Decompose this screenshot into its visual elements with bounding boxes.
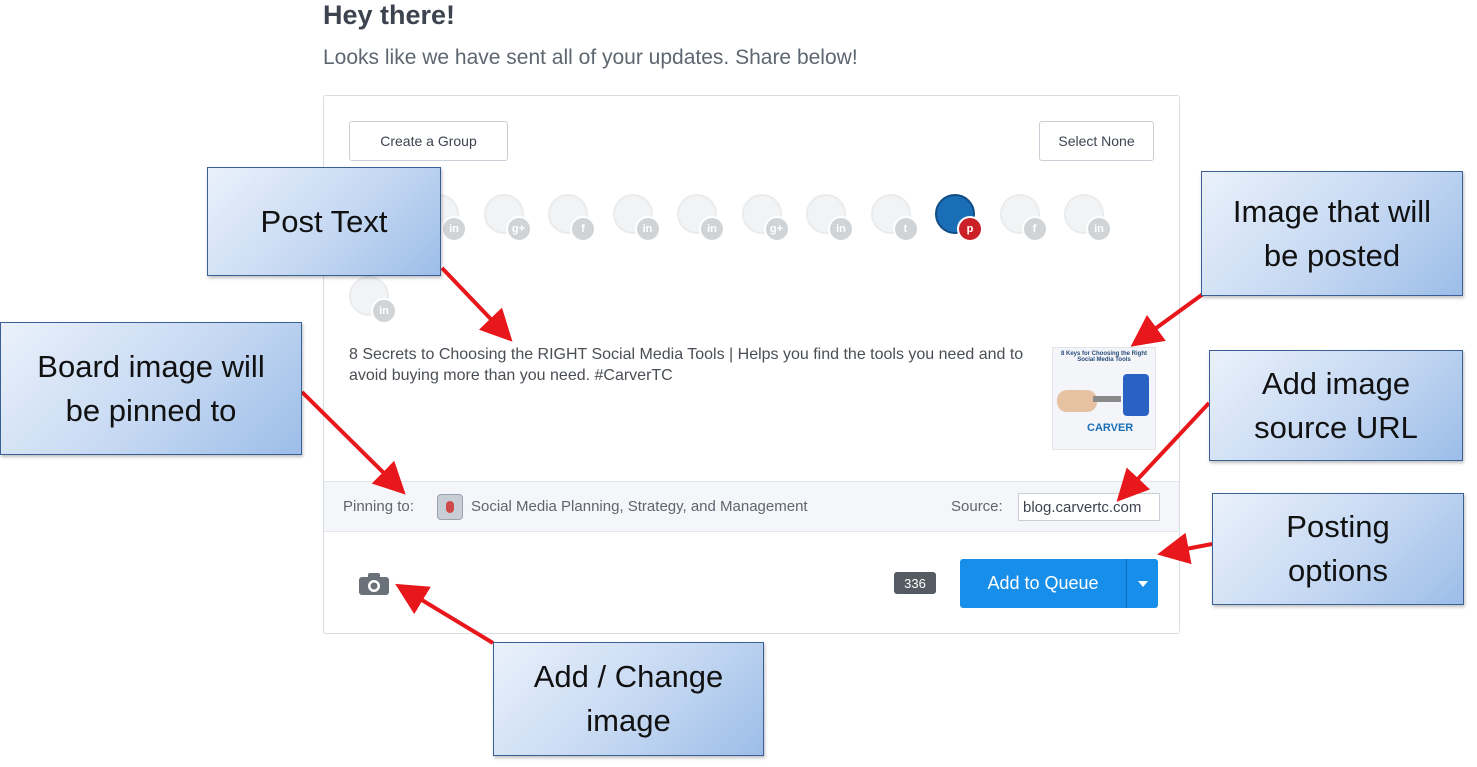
add-to-queue-group: Add to Queue	[960, 559, 1158, 608]
board-name[interactable]: Social Media Planning, Strategy, and Man…	[471, 498, 808, 515]
callout-image-line-1: Image that will	[1232, 193, 1432, 229]
greeting-title: Hey there!	[323, 0, 456, 30]
callout-change-image-line-2: image	[586, 703, 671, 738]
thumbnail-puzzle-shape	[1123, 374, 1149, 416]
callout-change-image-line-1: Add / Change	[533, 659, 724, 694]
callout-source: Add image source URL	[1209, 350, 1463, 461]
facebook-icon: f	[1021, 216, 1048, 242]
callout-source-line-1: Add image	[1261, 365, 1411, 401]
caret-down-icon[interactable]	[1126, 559, 1158, 608]
linkedin-icon: in	[634, 216, 661, 242]
thumbnail-hand-shape	[1057, 390, 1097, 412]
callout-image: Image that will be posted	[1201, 171, 1463, 296]
profile-avatar-pinterest[interactable]: p	[935, 194, 983, 242]
google-plus-icon: g+	[763, 216, 790, 242]
select-none-button[interactable]: Select None	[1039, 121, 1154, 161]
pinning-bar: Pinning to: Social Media Planning, Strat…	[324, 481, 1179, 532]
source-label: Source:	[951, 498, 1003, 515]
thumbnail-logo: CARVER	[1087, 422, 1134, 434]
linkedin-icon: in	[1086, 216, 1112, 242]
profile-avatar-linkedin[interactable]: in	[349, 276, 397, 324]
profile-avatar-linkedin[interactable]: in	[806, 194, 854, 242]
camera-icon[interactable]	[358, 572, 390, 596]
linkedin-icon: in	[371, 298, 397, 324]
callout-post-text-line-1: Post Text	[260, 203, 388, 239]
callout-source-line-2: source URL	[1254, 409, 1418, 445]
profile-avatar-facebook[interactable]: f	[999, 194, 1048, 242]
post-text[interactable]: 8 Secrets to Choosing the RIGHT Social M…	[349, 344, 1039, 386]
callout-board-line-1: Board image will	[37, 348, 265, 384]
pinning-label: Pinning to:	[343, 498, 414, 515]
callout-board-line-2: be pinned to	[65, 392, 237, 428]
thumbnail-key-shape	[1093, 396, 1121, 402]
pinterest-icon: p	[957, 216, 983, 242]
post-image-thumbnail[interactable]: 8 Keys for Choosing the Right Social Med…	[1052, 347, 1156, 450]
thumbnail-title: 8 Keys for Choosing the Right Social Med…	[1060, 351, 1147, 363]
linkedin-icon: in	[828, 216, 854, 242]
profile-avatar-linkedin[interactable]: in	[677, 194, 725, 242]
profile-avatar-facebook[interactable]: f	[548, 194, 596, 242]
callout-options: Posting options	[1212, 493, 1464, 605]
callout-options-line-2: options	[1288, 553, 1388, 588]
callout-options-line-1: Posting	[1286, 509, 1390, 544]
profile-avatar-google-plus[interactable]: g+	[741, 194, 790, 242]
create-group-button[interactable]: Create a Group	[349, 121, 508, 161]
google-plus-icon: g+	[505, 216, 532, 242]
source-url-input[interactable]	[1018, 493, 1160, 521]
callout-image-line-2: be posted	[1263, 237, 1401, 273]
callout-board: Board image will be pinned to	[0, 322, 302, 455]
add-to-queue-button[interactable]: Add to Queue	[960, 559, 1126, 608]
profile-avatar-linkedin[interactable]: in	[1064, 194, 1112, 242]
profile-avatar-linkedin[interactable]: in	[612, 194, 661, 242]
facebook-icon: f	[570, 216, 596, 242]
profile-avatar-twitter[interactable]: t	[870, 194, 919, 242]
twitter-icon: t	[892, 216, 919, 242]
linkedin-icon: in	[441, 216, 467, 242]
callout-change-image: Add / Change image	[493, 642, 764, 756]
character-count-badge: 336	[894, 572, 936, 594]
board-icon[interactable]	[437, 494, 463, 520]
callout-post-text: Post Text	[207, 167, 441, 276]
greeting-subtitle: Looks like we have sent all of your upda…	[323, 46, 858, 69]
profile-avatar-google-plus[interactable]: g+	[483, 194, 532, 242]
post-composer: Create a Group Select None in g+ f in in g+ in…	[323, 95, 1180, 634]
linkedin-icon: in	[699, 216, 725, 242]
